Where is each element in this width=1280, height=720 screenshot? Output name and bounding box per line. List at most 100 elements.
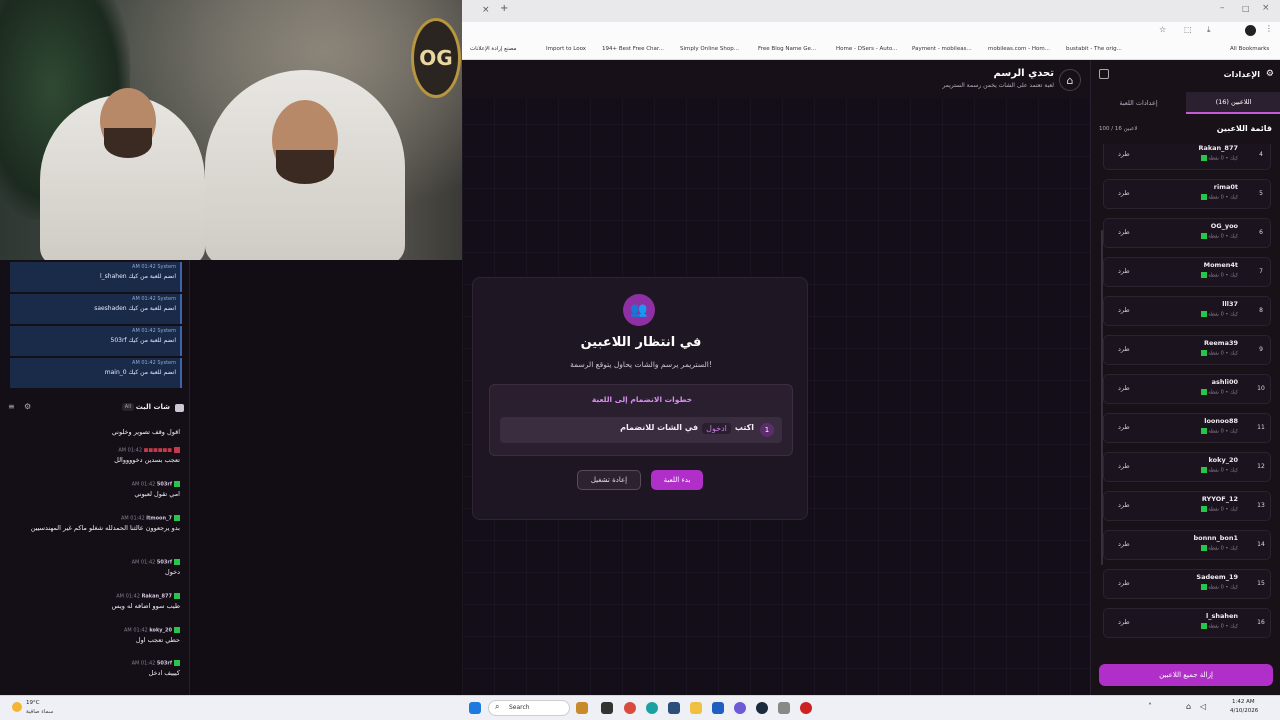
kick-button[interactable]: طرد — [1118, 501, 1130, 509]
kick-button[interactable]: طرد — [1118, 579, 1130, 587]
clock-date[interactable]: 4/10/2026 — [1230, 708, 1258, 714]
restart-button[interactable]: إعادة تشغيل — [577, 470, 641, 490]
bookmark-item[interactable]: Home - DSers - Auto... — [836, 46, 897, 52]
more-icon[interactable]: ⋮ — [1265, 24, 1273, 33]
close-window-icon[interactable]: × — [1262, 3, 1270, 13]
star-icon[interactable]: ☆ — [1159, 25, 1166, 34]
player-number: 7 — [1259, 268, 1263, 275]
settings-panel: ⚙ الإعدادات اللاعبين (16) إعدادات اللعبة… — [1090, 60, 1280, 695]
person-left-beard — [104, 128, 152, 158]
task-view-icon[interactable] — [601, 702, 613, 714]
kick-platform-icon — [1200, 155, 1207, 161]
kick-button[interactable]: طرد — [1118, 306, 1130, 314]
player-points: كيك • 0 نقطة — [1208, 623, 1238, 630]
volume-icon[interactable]: ◁ — [1200, 702, 1206, 711]
message-meta: AM 01:42 ltmoon_7 — [8, 515, 180, 522]
bookmark-item[interactable]: mobileas.com - Hom... — [988, 46, 1050, 52]
kick-button[interactable]: طرد — [1118, 345, 1130, 353]
message-user[interactable]: Rakan_877 — [142, 594, 172, 600]
weather-temp[interactable]: 19°C — [26, 700, 40, 706]
chat-icon — [175, 404, 184, 412]
bookmark-item[interactable]: مصنع إرادة الإعلانات — [470, 46, 516, 52]
record-icon[interactable] — [800, 702, 812, 714]
kick-button[interactable]: طرد — [1118, 228, 1130, 236]
message-user[interactable]: 503rf — [157, 560, 172, 566]
tray-chevron-icon[interactable]: ˄ — [1148, 702, 1152, 711]
edge-icon[interactable] — [646, 702, 658, 714]
player-row: 4 Rakan_877 كيك • 0 نقطة طرد — [1103, 144, 1271, 170]
message-user[interactable]: 503rf — [157, 482, 172, 488]
message-time: AM 01:42 — [124, 627, 148, 634]
tab-players[interactable]: اللاعبين (16) — [1186, 92, 1280, 114]
player-meta: كيك • 0 نقطة — [1199, 623, 1238, 630]
players-scrollbar[interactable] — [1101, 230, 1103, 565]
message-user[interactable]: koky_20 — [149, 628, 172, 634]
kick-platform-icon — [1200, 272, 1207, 278]
player-number: 10 — [1257, 385, 1265, 392]
settings-tabs: اللاعبين (16) إعدادات اللعبة — [1091, 92, 1280, 114]
kick-button[interactable]: طرد — [1118, 189, 1130, 197]
start-button[interactable] — [469, 702, 481, 714]
settings-icon: ⚙ — [1265, 69, 1274, 79]
message-time: AM 01:42 — [131, 559, 156, 566]
extensions-icon[interactable]: ⬚ — [1184, 25, 1192, 34]
kick-button[interactable]: طرد — [1118, 267, 1130, 275]
settings-title: الإعدادات — [1223, 70, 1260, 79]
search-box[interactable]: ⌕ Search — [488, 700, 570, 716]
clock-time[interactable]: 1:42 AM — [1232, 699, 1255, 705]
kick-button[interactable]: طرد — [1118, 462, 1130, 470]
bookmark-item[interactable]: 194+ Best Free Char... — [602, 46, 664, 52]
widgets-icon[interactable] — [576, 702, 588, 714]
player-row: 16 l_shahen كيك • 0 نقطة طرد — [1103, 608, 1271, 638]
player-name: OG_yoo — [1210, 222, 1238, 230]
bookmark-item[interactable]: bustabit - The orig... — [1066, 46, 1122, 52]
kick-button[interactable]: طرد — [1118, 150, 1130, 158]
steps-title: خطوات الانضمام إلى اللعبة — [591, 395, 693, 404]
profile-avatar[interactable] — [1245, 25, 1256, 36]
webcam-feed: OG — [0, 0, 462, 260]
kick-platform-icon — [1200, 584, 1207, 590]
message-user[interactable]: ltmoon_7 — [146, 516, 172, 522]
player-points: كيك • 0 نقطة — [1208, 506, 1238, 513]
bookmark-item[interactable]: Free Blog Name Ge... — [758, 46, 816, 52]
address-bar[interactable]: ☆ ⬚ ⤓ ⋮ — [462, 22, 1280, 40]
player-name: rima0t — [1213, 183, 1238, 191]
download-icon[interactable]: ⤓ — [1207, 25, 1211, 35]
close-tab-icon[interactable]: × — [482, 5, 490, 15]
folder-icon[interactable] — [690, 702, 702, 714]
start-game-button[interactable]: بدء اللعبة — [651, 470, 703, 490]
player-meta: كيك • 0 نقطة — [1199, 584, 1238, 591]
new-tab-button[interactable]: + — [500, 3, 508, 14]
kick-button[interactable]: طرد — [1118, 423, 1130, 431]
message-user[interactable]: 503rf — [157, 661, 172, 667]
app-icon[interactable] — [778, 702, 790, 714]
player-row: 7 Momen4t كيك • 0 نقطة طرد — [1103, 257, 1271, 287]
settings-icon[interactable]: ⚙ — [24, 402, 31, 411]
tab-game-settings[interactable]: إعدادات اللعبة — [1091, 92, 1186, 114]
home-button[interactable]: ⌂ — [1059, 69, 1081, 91]
steam-icon[interactable] — [756, 702, 768, 714]
discord-icon[interactable] — [734, 702, 746, 714]
kick-button[interactable]: طرد — [1118, 618, 1130, 626]
network-icon[interactable]: ⌂ — [1186, 702, 1191, 711]
bookmark-item[interactable]: Import to Loox — [546, 46, 586, 52]
bookmark-item[interactable]: All Bookmarks — [1230, 46, 1269, 52]
maximize-icon[interactable]: □ — [1242, 4, 1250, 13]
player-points: كيك • 0 نقطة — [1208, 311, 1238, 318]
minimize-icon[interactable]: – — [1220, 3, 1225, 13]
remove-all-players-button[interactable]: إزالة جميع اللاعبين — [1099, 664, 1273, 686]
kick-button[interactable]: طرد — [1118, 384, 1130, 392]
menu-icon[interactable]: ≡ — [8, 402, 15, 411]
store-icon[interactable] — [712, 702, 724, 714]
chrome-icon[interactable] — [624, 702, 636, 714]
system-message: AM 01:42 System main_0 انضم للعبة من كيك — [10, 358, 182, 388]
player-row: 14 bonnn_bon1 كيك • 0 نقطة طرد — [1103, 530, 1271, 560]
collapse-panel-icon[interactable] — [1099, 69, 1109, 79]
bookmark-item[interactable]: Simply Online Shop... — [680, 46, 739, 52]
player-points: كيك • 0 نقطة — [1208, 389, 1238, 396]
bookmark-item[interactable]: Payment - mobileas... — [912, 46, 972, 52]
terminal-icon[interactable] — [668, 702, 680, 714]
kick-button[interactable]: طرد — [1118, 540, 1130, 548]
kick-platform-icon — [1200, 311, 1207, 317]
player-meta: كيك • 0 نقطة — [1199, 155, 1238, 162]
